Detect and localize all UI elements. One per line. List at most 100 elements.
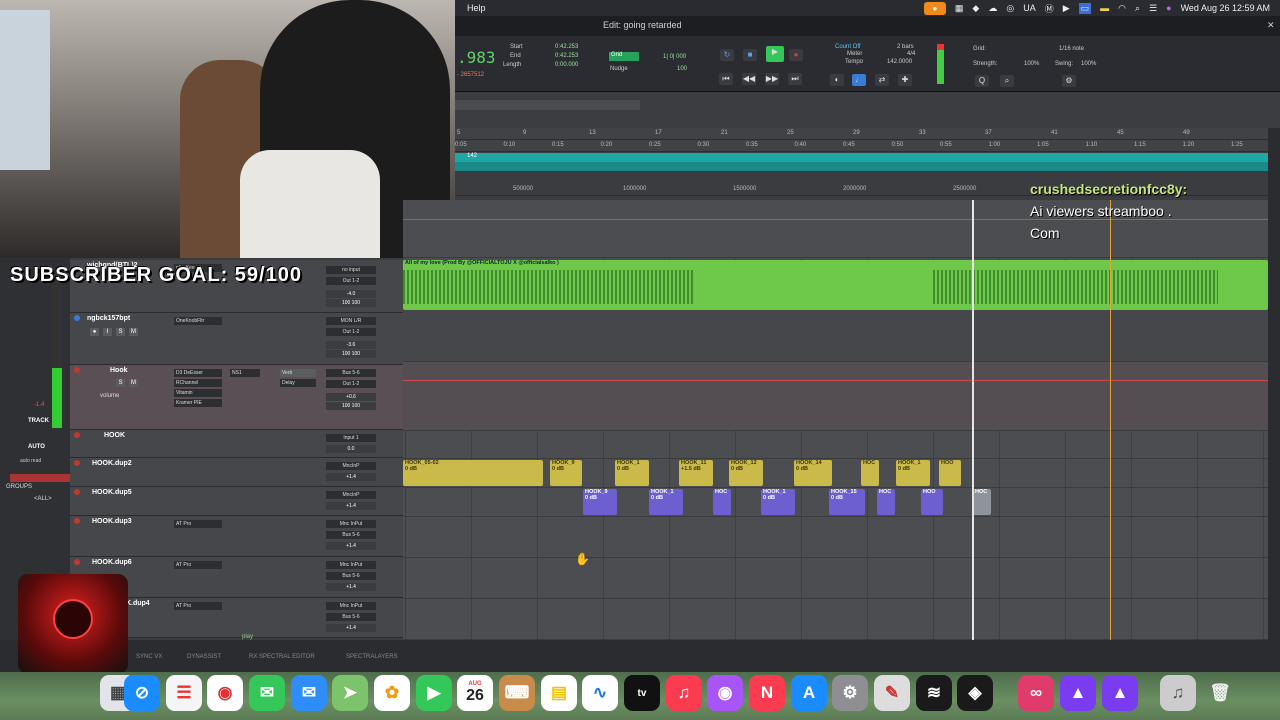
creative-cloud-icon[interactable]: ☁ (988, 3, 997, 14)
insert-slot[interactable]: Kramer PIE (174, 399, 222, 407)
audio-clip[interactable]: HOOK_15 0 dB (829, 489, 865, 515)
mute-button[interactable]: M (129, 328, 138, 336)
vertical-scrollbar[interactable] (1268, 128, 1280, 672)
input-selector[interactable]: Bus 5-6 (326, 369, 376, 377)
calendar-icon[interactable]: AUG 26 (457, 675, 493, 711)
news-icon[interactable]: N (749, 675, 785, 711)
zoom-icon[interactable]: ⌕ (1000, 75, 1014, 87)
m-icon[interactable]: Ⓜ (1045, 2, 1054, 15)
menu-help[interactable]: Help (467, 3, 486, 13)
grid-icon[interactable]: ▦ (955, 3, 964, 14)
volume-value[interactable]: -3.6 (326, 341, 376, 349)
plugin-tab[interactable]: SYNC VX (136, 654, 162, 660)
ua-connect-icon[interactable]: ◈ (957, 675, 993, 711)
input-selector[interactable]: Input 1 (326, 434, 376, 442)
settings-gear-icon[interactable]: ⚙ (1062, 75, 1076, 87)
audio-clip[interactable]: HOOK_9 0 dB (583, 489, 617, 515)
photos-icon[interactable]: ✿ (374, 675, 410, 711)
quantize-icon[interactable]: Q (975, 75, 989, 87)
avid-icon[interactable]: ▲ (1060, 675, 1096, 711)
bell-icon[interactable]: ◆ (972, 3, 979, 14)
pan-value[interactable]: 100 100 (326, 402, 376, 410)
audio-clip[interactable]: HOOK_9 0 dB (550, 460, 582, 486)
volume-value[interactable]: +1.4 (326, 473, 376, 481)
send-slot[interactable]: Verb (280, 369, 316, 377)
close-icon[interactable]: ✕ (1267, 20, 1275, 31)
insert-slot[interactable]: OneKnobFltr (174, 317, 222, 325)
audio-clip[interactable]: HOC (877, 489, 895, 515)
auto-read[interactable]: auto read (20, 458, 41, 464)
track-lane[interactable] (403, 517, 1268, 558)
rewind-icon[interactable]: ◀◀ (742, 73, 756, 85)
audio-clip[interactable]: HOOK_14 0 dB (794, 460, 832, 486)
waves-icon[interactable]: ≋ (916, 675, 952, 711)
meter-value[interactable]: 4/4 (907, 51, 915, 57)
track-lane[interactable] (403, 599, 1268, 640)
volume-value[interactable]: -4.0 (326, 290, 376, 298)
input-selector[interactable]: Mnc InPut (326, 602, 376, 610)
safari-icon[interactable]: ⊘ (124, 675, 160, 711)
play-icon[interactable]: ▶ (1063, 3, 1070, 14)
solo-button[interactable]: S (116, 379, 125, 387)
wifi-icon[interactable]: ◠ (1118, 3, 1126, 14)
output-selector[interactable]: Out 1-2 (326, 328, 376, 336)
groups-all[interactable]: <ALL> (34, 496, 52, 502)
app-store-icon[interactable]: A (791, 675, 827, 711)
track-row[interactable]: HOOK.dup3 AT Pro Mnc InPut Bus 5-6 +1.4 (70, 516, 403, 557)
settings-icon[interactable]: ⚙ (832, 675, 868, 711)
input-selector[interactable]: MncInP (326, 462, 376, 470)
midi-icon[interactable]: ◐ (830, 74, 844, 86)
input-selector[interactable]: Mnc InPut (326, 520, 376, 528)
output-selector[interactable]: Out 1-2 (326, 277, 376, 285)
return-to-zero-icon[interactable]: ⏮ (719, 73, 733, 85)
record-icon[interactable]: ● (789, 49, 803, 61)
count-off-label[interactable]: Count Off (835, 44, 861, 50)
track-row[interactable]: HOOK Input 1 0.0 (70, 430, 403, 458)
playhead-cursor[interactable] (972, 200, 974, 640)
volume-value[interactable]: +1.4 (326, 542, 376, 550)
audio-clip[interactable]: HOOK_1 0 dB (761, 489, 795, 515)
send-slot[interactable]: Delay (280, 379, 316, 387)
audio-clip[interactable]: HOOK_1 0 dB (649, 489, 683, 515)
input-selector[interactable]: no input (326, 266, 376, 274)
solo-button[interactable]: S (116, 328, 125, 336)
track-lane[interactable]: HOOK_05-02 0 dB HOOK_9 0 dB HOOK_1 0 dB HOOK_1… (403, 459, 1268, 488)
forward-icon[interactable]: ▶▶ (765, 73, 779, 85)
tv-icon[interactable]: tv (624, 675, 660, 711)
pan-value[interactable]: 100 100 (326, 299, 376, 307)
battery-icon[interactable]: ▬ (1100, 3, 1109, 13)
sync-icon[interactable]: ◎ (1006, 3, 1014, 14)
audio-clip[interactable]: HOOK_12 0 dB (729, 460, 763, 486)
input-selector[interactable]: MncInP (326, 491, 376, 499)
plugin-tab[interactable]: SPECTRALAYERS (346, 654, 398, 660)
display-icon[interactable]: ▭ (1078, 2, 1092, 14)
insert-slot[interactable]: AT Pro (174, 520, 222, 528)
track-row[interactable]: HOOK.dup2 MncInP +1.4 (70, 458, 403, 487)
output-selector[interactable]: Bus 5-6 (326, 572, 376, 580)
volume-value[interactable]: +1.4 (326, 624, 376, 632)
audio-clip[interactable]: HOO (939, 460, 961, 486)
stop-icon[interactable]: ■ (743, 49, 757, 61)
merge-icon[interactable]: ⇄ (875, 74, 889, 86)
track-lane[interactable] (403, 558, 1268, 599)
grid-note-value[interactable]: 1/16 note (1059, 46, 1084, 52)
facetime-icon[interactable]: ▶ (416, 675, 452, 711)
end-value[interactable]: 0:42.253 (555, 53, 578, 59)
siri-icon[interactable]: ● (1166, 3, 1171, 13)
pan-value[interactable]: 100 100 (326, 350, 376, 358)
plugin-tab[interactable]: RX SPECTRAL EDITOR (249, 654, 315, 660)
swing-value[interactable]: 100% (1081, 61, 1096, 67)
insert-slot[interactable]: AT Pro (174, 602, 222, 610)
track-name[interactable]: HOOK.dup5 (92, 489, 132, 496)
insert-slot[interactable]: Vitamin (174, 389, 222, 397)
tempo-ruler[interactable]: 142 (455, 153, 1268, 162)
automation-mode[interactable]: volume (100, 393, 119, 399)
podcasts-icon[interactable]: ◉ (707, 675, 743, 711)
marker-ruler[interactable] (455, 162, 1268, 171)
click-icon[interactable]: ♩ (852, 74, 866, 86)
track-lane[interactable] (403, 310, 1268, 362)
microphone-icon[interactable]: ● (923, 1, 946, 15)
mute-button[interactable]: M (129, 379, 138, 387)
mail-icon[interactable]: ✉ (291, 675, 327, 711)
audio-clip[interactable]: HOC (713, 489, 731, 515)
